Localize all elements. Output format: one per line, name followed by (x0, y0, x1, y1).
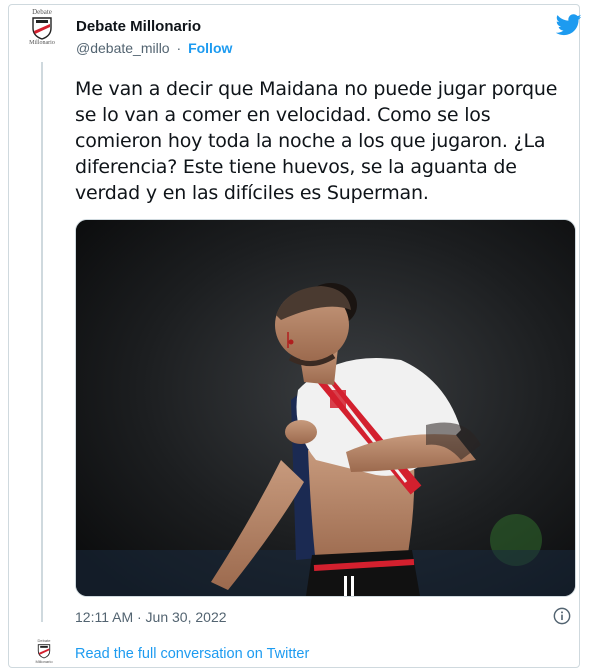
twitter-bird-icon[interactable] (556, 14, 582, 36)
avatar-top-text: Debate (32, 8, 52, 16)
thread-line (41, 62, 43, 622)
info-icon[interactable] (553, 607, 571, 625)
avatar[interactable]: Debate Millonario (22, 8, 62, 54)
footer-avatar[interactable]: Debate Millonario (32, 638, 56, 668)
tweet-text-line: verdad y en las difíciles es Superman. (75, 182, 429, 204)
tweet-text-line: comieron hoy toda la noche a los que jug… (75, 130, 546, 152)
avatar-bottom-text: Millonario (29, 40, 55, 46)
handle-row: @debate_millo · Follow (76, 40, 232, 56)
tweet-text-line: Me van a decir que Maidana no puede juga… (75, 78, 558, 100)
tweet-timestamp[interactable]: 12:11 AM · Jun 30, 2022 (75, 609, 227, 625)
read-full-conversation-link[interactable]: Read the full conversation on Twitter (75, 646, 309, 662)
photo-player (76, 220, 575, 596)
club-crest-icon (32, 17, 52, 40)
tweet-text-line: se lo van a comer en velocidad. Como se … (75, 104, 491, 126)
display-name[interactable]: Debate Millonario (76, 18, 201, 35)
follow-button[interactable]: Follow (188, 40, 232, 56)
separator-dot: · (176, 40, 182, 56)
handle[interactable]: @debate_millo (76, 40, 170, 56)
tweet-text: Me van a decir que Maidana no puede juga… (75, 76, 575, 206)
tweet-text-line: diferencia? Este tiene huevos, se la agu… (75, 156, 517, 178)
club-crest-icon (37, 644, 51, 659)
tweet-photo[interactable] (75, 219, 576, 597)
footer-avatar-bottom-text: Millonario (35, 659, 53, 664)
